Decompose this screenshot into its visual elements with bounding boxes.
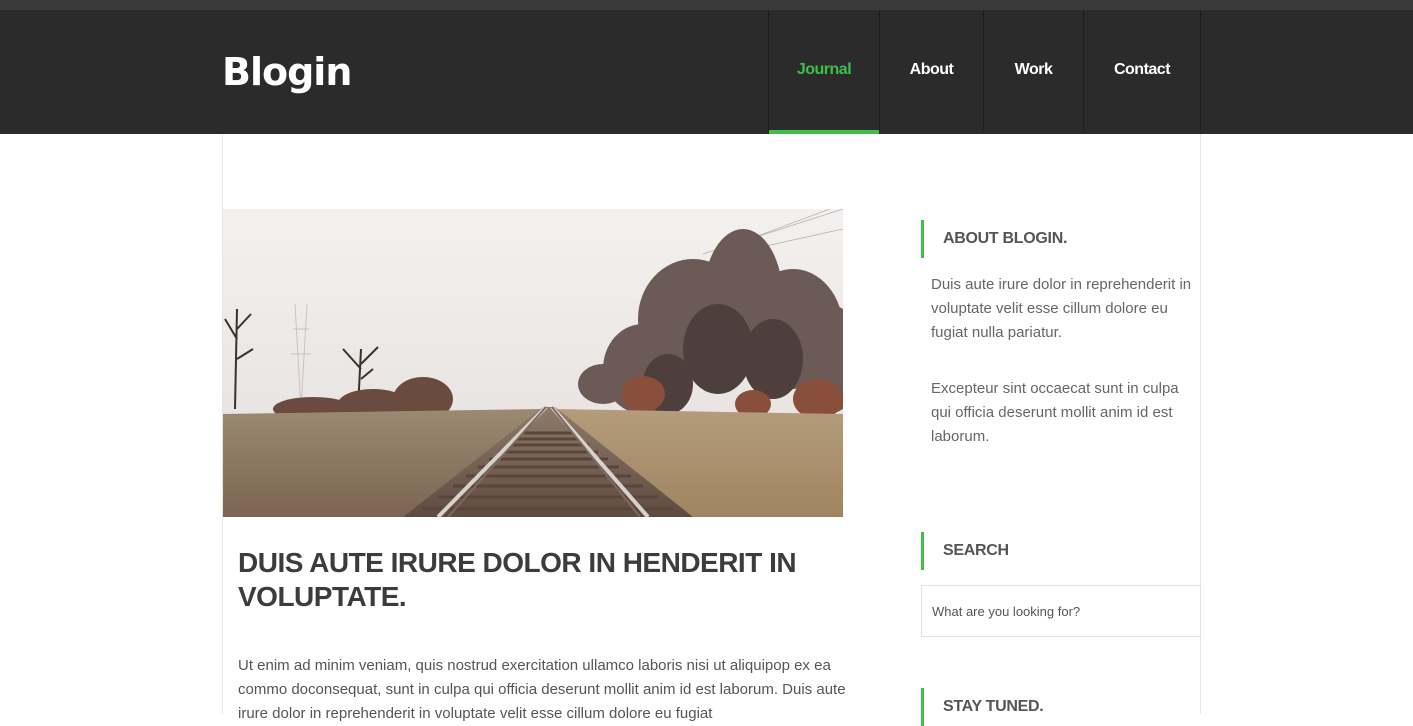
post-title[interactable]: DUIS AUTE IRURE DOLOR IN HENDERIT IN VOL… <box>238 546 838 614</box>
widget-title-about: ABOUT BLOGIN. <box>921 220 1201 258</box>
site-header: Blogin Journal About Work Contact <box>0 10 1413 134</box>
nav-item-work[interactable]: Work <box>984 10 1084 130</box>
nav-item-contact[interactable]: Contact <box>1084 10 1201 130</box>
widget-title-stay-tuned: STAY TUNED. <box>921 688 1201 726</box>
widget-title-search: SEARCH <box>921 532 1201 570</box>
about-paragraph: Excepteur sint occaecat sunt in culpa qu… <box>931 380 1179 445</box>
search-input[interactable] <box>921 585 1201 637</box>
site-logo[interactable]: Blogin <box>222 50 352 94</box>
nav-item-journal[interactable]: Journal <box>769 10 880 134</box>
nav-item-about[interactable]: About <box>880 10 984 130</box>
main-nav: Journal About Work Contact <box>768 10 1201 134</box>
top-strip <box>0 0 1413 10</box>
post-excerpt: Ut enim ad minim veniam, quis nostrud ex… <box>238 657 846 722</box>
about-paragraph: Duis aute irure dolor in reprehenderit i… <box>931 276 1192 341</box>
post-featured-image[interactable] <box>223 209 843 517</box>
